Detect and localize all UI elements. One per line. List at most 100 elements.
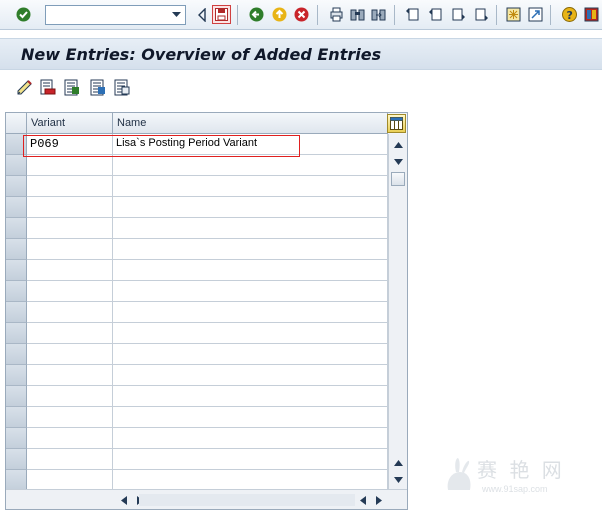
print-icon[interactable] bbox=[328, 6, 345, 23]
change-icon[interactable] bbox=[15, 78, 33, 96]
name-cell[interactable] bbox=[113, 449, 388, 470]
name-cell[interactable] bbox=[113, 386, 388, 407]
deselect-all-icon[interactable] bbox=[112, 78, 130, 96]
scroll-page-up-icon[interactable] bbox=[389, 454, 407, 472]
exit-icon[interactable] bbox=[271, 6, 288, 23]
name-cell[interactable] bbox=[113, 428, 388, 449]
row-selector[interactable] bbox=[6, 344, 27, 365]
name-cell[interactable] bbox=[113, 302, 388, 323]
variant-cell[interactable] bbox=[27, 428, 113, 449]
name-cell[interactable] bbox=[113, 281, 388, 302]
column-header-variant[interactable]: Variant bbox=[27, 113, 113, 134]
horizontal-scroll-track[interactable] bbox=[139, 494, 355, 506]
variant-cell[interactable] bbox=[27, 302, 113, 323]
row-selector[interactable] bbox=[6, 197, 27, 218]
name-cell[interactable] bbox=[113, 155, 388, 176]
variant-cell[interactable] bbox=[27, 344, 113, 365]
previous-page-icon[interactable] bbox=[427, 6, 444, 23]
select-all-rows-corner[interactable] bbox=[6, 113, 27, 134]
name-cell[interactable] bbox=[113, 197, 388, 218]
first-page-icon[interactable] bbox=[404, 6, 421, 23]
row-selector[interactable] bbox=[6, 470, 27, 491]
row-selector[interactable] bbox=[6, 218, 27, 239]
row-selector[interactable] bbox=[6, 239, 27, 260]
create-session-icon[interactable] bbox=[505, 6, 522, 23]
row-selector[interactable] bbox=[6, 155, 27, 176]
scroll-left-end-icon[interactable] bbox=[356, 492, 370, 508]
scroll-down-icon[interactable] bbox=[389, 471, 407, 489]
variant-cell[interactable] bbox=[27, 281, 113, 302]
create-shortcut-icon[interactable] bbox=[527, 6, 544, 23]
horizontal-scrollbar[interactable] bbox=[6, 489, 407, 509]
customize-layout-icon[interactable] bbox=[583, 6, 600, 23]
name-cell[interactable] bbox=[113, 218, 388, 239]
row-selector[interactable] bbox=[6, 407, 27, 428]
row-selector[interactable] bbox=[6, 302, 27, 323]
row-selector[interactable] bbox=[6, 449, 27, 470]
row-selector[interactable] bbox=[6, 176, 27, 197]
table-settings-icon[interactable] bbox=[387, 114, 406, 133]
delete-icon[interactable] bbox=[38, 78, 56, 96]
name-cell[interactable] bbox=[113, 407, 388, 428]
row-selector[interactable] bbox=[6, 323, 27, 344]
table-row bbox=[6, 197, 388, 218]
table-row bbox=[6, 239, 388, 260]
command-field-input[interactable] bbox=[48, 7, 166, 23]
name-cell[interactable] bbox=[113, 239, 388, 260]
variant-cell[interactable] bbox=[27, 260, 113, 281]
variant-cell[interactable] bbox=[27, 386, 113, 407]
table-body: P069 Lisa`s Posting Period Variant bbox=[6, 134, 388, 491]
scroll-page-down-icon[interactable] bbox=[389, 153, 407, 171]
select-block-icon[interactable] bbox=[88, 78, 106, 96]
name-cell[interactable] bbox=[113, 344, 388, 365]
name-cell[interactable] bbox=[113, 176, 388, 197]
name-cell[interactable] bbox=[113, 365, 388, 386]
table-row bbox=[6, 386, 388, 407]
back-triangle-icon[interactable] bbox=[193, 6, 210, 23]
variant-cell[interactable] bbox=[27, 155, 113, 176]
variant-cell[interactable] bbox=[27, 239, 113, 260]
row-selector[interactable] bbox=[6, 365, 27, 386]
variant-cell[interactable] bbox=[27, 323, 113, 344]
variant-cell[interactable] bbox=[27, 218, 113, 239]
variant-cell[interactable] bbox=[27, 449, 113, 470]
table-row bbox=[6, 407, 388, 428]
scroll-thumb[interactable] bbox=[391, 172, 405, 186]
scroll-up-icon[interactable] bbox=[389, 136, 407, 154]
table-row bbox=[6, 428, 388, 449]
variant-cell[interactable]: P069 bbox=[27, 134, 113, 155]
scroll-left-icon[interactable] bbox=[117, 492, 131, 508]
enter-check-icon[interactable] bbox=[15, 6, 32, 23]
name-cell[interactable] bbox=[113, 323, 388, 344]
name-cell[interactable] bbox=[113, 260, 388, 281]
row-selector[interactable] bbox=[6, 281, 27, 302]
find-next-icon[interactable] bbox=[370, 6, 387, 23]
name-cell[interactable]: Lisa`s Posting Period Variant bbox=[113, 134, 388, 155]
last-page-icon[interactable] bbox=[473, 6, 490, 23]
help-icon[interactable]: ? bbox=[561, 6, 578, 23]
row-selector[interactable] bbox=[6, 134, 27, 155]
select-all-icon[interactable] bbox=[62, 78, 80, 96]
column-header-name[interactable]: Name bbox=[113, 113, 388, 134]
row-selector[interactable] bbox=[6, 428, 27, 449]
find-icon[interactable] bbox=[349, 6, 366, 23]
scroll-right-end-icon[interactable] bbox=[372, 492, 386, 508]
variant-cell[interactable] bbox=[27, 365, 113, 386]
back-icon[interactable] bbox=[248, 6, 265, 23]
row-selector[interactable] bbox=[6, 386, 27, 407]
vertical-scrollbar[interactable] bbox=[388, 134, 407, 490]
page-title: New Entries: Overview of Added Entries bbox=[21, 45, 382, 64]
variant-cell[interactable] bbox=[27, 176, 113, 197]
variant-cell[interactable] bbox=[27, 407, 113, 428]
table-row: P069 Lisa`s Posting Period Variant bbox=[6, 134, 388, 155]
variant-cell[interactable] bbox=[27, 470, 113, 491]
cancel-icon[interactable] bbox=[293, 6, 310, 23]
next-page-icon[interactable] bbox=[450, 6, 467, 23]
save-icon[interactable] bbox=[212, 5, 231, 24]
table-row bbox=[6, 281, 388, 302]
chevron-down-icon[interactable] bbox=[168, 7, 184, 23]
name-cell[interactable] bbox=[113, 470, 388, 491]
row-selector[interactable] bbox=[6, 260, 27, 281]
command-field[interactable] bbox=[45, 5, 186, 25]
variant-cell[interactable] bbox=[27, 197, 113, 218]
